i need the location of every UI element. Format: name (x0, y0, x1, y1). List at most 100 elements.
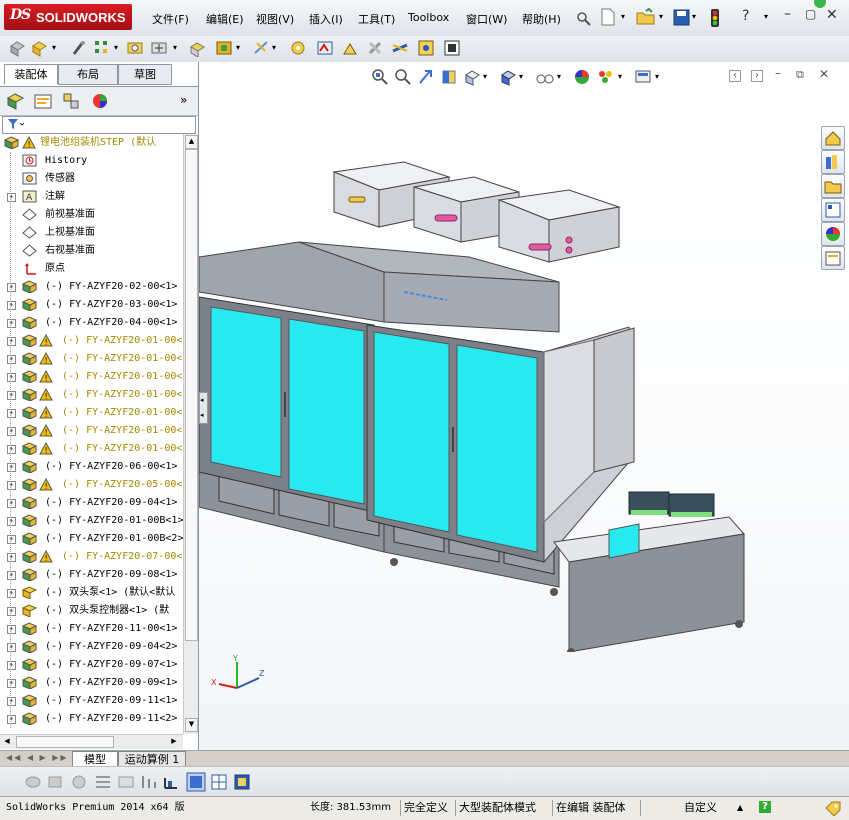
view-settings-icon[interactable] (634, 68, 652, 86)
explode-line-sketch-icon[interactable] (341, 39, 359, 57)
menu-item-3[interactable]: 插入(I) (309, 11, 343, 27)
reference-dropdown-icon[interactable]: ▾ (272, 43, 276, 52)
scroll-down-icon[interactable]: ▼ (185, 718, 198, 732)
expand-toggle-icon[interactable]: + (7, 661, 16, 670)
solidworks-resources-icon[interactable] (821, 126, 845, 150)
new-dropdown-icon[interactable]: ▾ (621, 12, 625, 21)
view-settings-dropdown-icon[interactable]: ▾ (655, 72, 659, 81)
zoom-to-fit-icon[interactable] (371, 68, 389, 86)
save-dropdown-icon[interactable]: ▾ (692, 12, 696, 21)
tree-item[interactable]: + (-) 双头泵控制器<1> (默 (0, 602, 183, 620)
reference-geometry-icon[interactable] (252, 39, 270, 57)
tab-sketch[interactable]: 草图 (118, 64, 172, 85)
tab-scroll-arrows-icon[interactable]: ◀◀ ◀ ▶ ▶▶ (6, 753, 69, 762)
menu-item-5[interactable]: Toolbox (408, 11, 449, 24)
tree-item[interactable]: + (-) FY-AZYF20-11-00<1> (0, 620, 183, 638)
expand-toggle-icon[interactable]: + (7, 535, 16, 544)
expand-toggle-icon[interactable]: + (7, 391, 16, 400)
tree-item[interactable]: + (-) FY-AZYF20-09-08<1> (0, 566, 183, 584)
tree-item[interactable]: + (-) FY-AZYF20-01-00B<1> (0, 512, 183, 530)
tree-item[interactable]: +! (-) FY-AZYF20-01-00< (0, 332, 183, 350)
clearance-verification-icon[interactable] (391, 39, 409, 57)
tab-layout[interactable]: 布局 (58, 64, 118, 85)
units-dropdown-icon[interactable]: ▲ (737, 797, 743, 819)
document-restore-icon[interactable]: ⧉ (796, 68, 804, 82)
insert-components-icon[interactable] (31, 39, 49, 57)
menu-item-6[interactable]: 窗口(W) (466, 11, 507, 27)
document-close-icon[interactable]: ✕ (819, 67, 829, 81)
expand-toggle-icon[interactable]: + (7, 715, 16, 724)
scroll-right-icon[interactable]: ▶ (168, 736, 180, 747)
interference-detection-icon[interactable] (366, 39, 384, 57)
tree-item[interactable]: History (0, 152, 183, 170)
scene-dropdown-icon[interactable]: ▾ (618, 72, 622, 81)
tree-item[interactable]: +! (-) FY-AZYF20-01-00< (0, 404, 183, 422)
show-hidden-components-icon[interactable] (189, 39, 207, 57)
tree-filter-bar[interactable] (2, 116, 196, 134)
expand-toggle-icon[interactable]: + (7, 409, 16, 418)
instant3d-icon[interactable] (443, 39, 461, 57)
hole-alignment-icon[interactable] (417, 39, 435, 57)
tree-item[interactable]: + (-) FY-AZYF20-09-09<1> (0, 674, 183, 692)
tree-item[interactable]: + (-) 双头泵<1> (默认<默认 (0, 584, 183, 602)
display-style-dropdown-icon[interactable]: ▾ (519, 72, 523, 81)
units-custom-status[interactable]: 自定义 (684, 797, 717, 819)
file-explorer-icon[interactable] (821, 174, 845, 198)
exploded-view-icon[interactable] (316, 39, 334, 57)
rebuild-traffic-light-icon[interactable] (710, 8, 720, 28)
expand-toggle-icon[interactable]: + (7, 427, 16, 436)
view-orientation-dropdown-icon[interactable]: ▾ (483, 72, 487, 81)
expand-toggle-icon[interactable]: + (7, 193, 16, 202)
view-tool-7-icon[interactable] (162, 773, 180, 791)
view-orientation-icon[interactable] (463, 68, 481, 86)
viewport-next-icon[interactable]: › (751, 70, 763, 82)
status-help-icon[interactable]: ? (759, 801, 771, 813)
graphics-viewport[interactable]: ▾ ▾ ▾ ▾ ▾ ‹ › – ⧉ ✕ Y Z X ◂ ◂ (199, 62, 849, 752)
new-document-icon[interactable] (600, 8, 616, 26)
viewport-previous-icon[interactable]: ‹ (729, 70, 741, 82)
bill-of-materials-icon[interactable] (289, 39, 307, 57)
insert-dropdown-icon[interactable]: ▾ (52, 43, 56, 52)
section-view-icon[interactable] (440, 68, 458, 86)
move-dropdown-icon[interactable]: ▾ (173, 43, 177, 52)
tree-item[interactable]: +! (-) FY-AZYF20-01-00< (0, 368, 183, 386)
expand-toggle-icon[interactable]: + (7, 643, 16, 652)
solidworks-logo[interactable]: DS SOLIDWORKS (4, 4, 132, 30)
pin-icon[interactable] (574, 9, 592, 27)
tree-item[interactable]: +! (-) FY-AZYF20-01-00< (0, 350, 183, 368)
expand-toggle-icon[interactable]: + (7, 553, 16, 562)
menu-item-4[interactable]: 工具(T) (358, 11, 395, 27)
mate-icon[interactable] (70, 39, 88, 57)
tree-item[interactable]: + (-) FY-AZYF20-09-04<1> (0, 494, 183, 512)
smart-fasteners-icon[interactable] (126, 39, 144, 57)
expand-toggle-icon[interactable]: + (7, 301, 16, 310)
view-tool-2-icon[interactable] (46, 773, 64, 791)
custom-properties-icon[interactable] (821, 246, 845, 270)
scroll-up-icon[interactable]: ▲ (185, 135, 198, 149)
expand-toggle-icon[interactable]: + (7, 355, 16, 364)
tree-item[interactable]: +! (-) FY-AZYF20-05-00< (0, 476, 183, 494)
tree-item[interactable]: 上视基准面 (0, 224, 183, 242)
tree-scroll-thumb[interactable] (185, 149, 198, 641)
help-dropdown-icon[interactable]: ▾ (764, 12, 768, 21)
tab-assembly[interactable]: 装配体 (4, 64, 58, 85)
expand-toggle-icon[interactable]: + (7, 373, 16, 382)
expand-toggle-icon[interactable]: + (7, 445, 16, 454)
view-tool-3-icon[interactable] (70, 773, 88, 791)
tree-item[interactable]: + (-) FY-AZYF20-09-07<1> (0, 656, 183, 674)
expand-toggle-icon[interactable]: + (7, 481, 16, 490)
view-tool-8-icon[interactable] (186, 772, 206, 792)
expand-toggle-icon[interactable]: + (7, 625, 16, 634)
tree-root-assembly[interactable]: ! 锂电池组装机STEP (默认 (0, 134, 183, 152)
edit-appearance-icon[interactable] (573, 68, 591, 86)
linear-pattern-icon[interactable] (93, 39, 111, 57)
tree-item[interactable]: + (-) FY-AZYF20-02-00<1> (0, 278, 183, 296)
filter-icon[interactable] (7, 118, 25, 131)
expand-toggle-icon[interactable]: + (7, 607, 16, 616)
display-manager-icon[interactable] (90, 92, 110, 110)
large-assembly-mode-status[interactable]: 大型装配体模式 (459, 797, 536, 819)
previous-view-icon[interactable] (417, 68, 435, 86)
zoom-to-area-icon[interactable] (394, 68, 412, 86)
tree-item[interactable]: +! (-) FY-AZYF20-07-00< (0, 548, 183, 566)
collapse-panel-icon[interactable]: ◂ ◂ (199, 392, 208, 424)
